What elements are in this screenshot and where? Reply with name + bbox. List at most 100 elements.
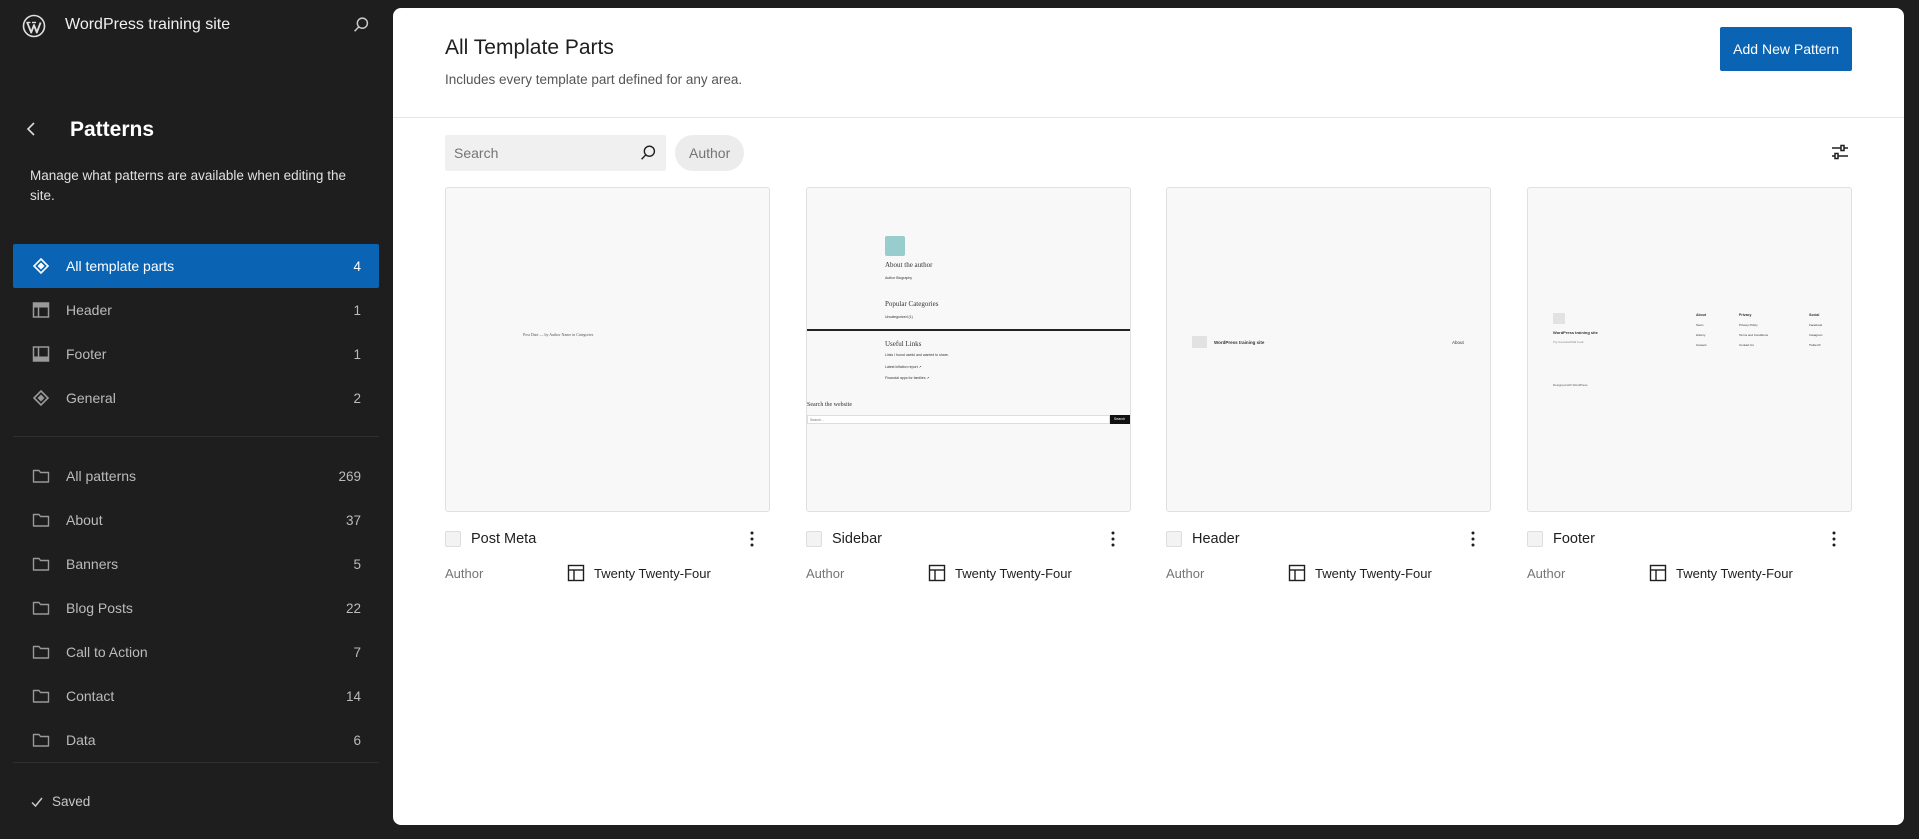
card-theme-name: Twenty Twenty-Four (594, 565, 711, 581)
sidebar-item-count: 1 (353, 346, 361, 362)
card-title[interactable]: Sidebar (832, 531, 882, 547)
check-icon (31, 797, 43, 807)
sidebar-item-label: Header (66, 302, 112, 318)
preview-search-box: Search... (807, 415, 1110, 424)
preview-text: Latest inflation report ↗ (885, 365, 922, 369)
folder-icon (32, 689, 50, 703)
select-checkbox[interactable] (1166, 531, 1182, 547)
sidebar-item-contact[interactable]: Contact 14 (13, 674, 379, 718)
card-title[interactable]: Footer (1553, 531, 1595, 547)
card-author-label: Author (1527, 566, 1566, 581)
card-title-row: Sidebar (806, 527, 1131, 551)
card-title-row: Header (1166, 527, 1491, 551)
sidebar-item-label: Contact (66, 688, 115, 704)
author-filter-button[interactable]: Author (675, 135, 745, 171)
preview-text: Search (1114, 417, 1126, 421)
more-actions-icon[interactable] (1824, 529, 1844, 549)
preview-text: Financial apps for families ↗ (885, 376, 930, 380)
folder-icon (32, 557, 50, 571)
preview-text: Try it out and find it out (1553, 340, 1584, 344)
more-actions-icon[interactable] (742, 529, 762, 549)
header-icon (32, 302, 50, 318)
preview-text: Instagram (1809, 333, 1823, 337)
search-icon (641, 145, 656, 160)
preview-text: WordPress training site (1553, 330, 1598, 335)
add-new-pattern-button[interactable]: Add New Pattern (1720, 27, 1852, 71)
card-meta: Author Twenty Twenty-Four (806, 563, 1131, 585)
sidebar-item-count: 2 (353, 390, 361, 406)
preview-text: Search... (810, 418, 825, 422)
preview-text: About (1452, 340, 1464, 345)
chevron-left-icon (26, 122, 35, 136)
card-title[interactable]: Header (1192, 531, 1240, 547)
preview-text: Social (1809, 313, 1820, 317)
site-title[interactable]: WordPress training site (65, 16, 230, 34)
sidebar-item-label: Data (66, 732, 96, 748)
search-input[interactable] (445, 135, 635, 171)
sidebar-item-count: 37 (345, 512, 361, 528)
page-title: All Template Parts (445, 36, 614, 59)
more-actions-icon[interactable] (1103, 529, 1123, 549)
layout-icon (1288, 564, 1306, 582)
select-checkbox[interactable] (1527, 531, 1543, 547)
sidebar-item-count: 22 (345, 600, 361, 616)
sidebar-item-header[interactable]: Header 1 (13, 288, 379, 332)
card-theme: Twenty Twenty-Four (927, 563, 1072, 583)
folder-icon (32, 645, 50, 659)
pattern-preview[interactable]: WordPress training site About (1166, 187, 1491, 512)
pattern-categories-nav: All patterns 269 About 37 Banners 5 Blog Posts… (13, 454, 379, 762)
sidebar-item-label: General (66, 390, 116, 406)
sidebar-item-count: 7 (353, 644, 361, 660)
preview-text: Privacy (1739, 313, 1752, 317)
card-title-row: Footer (1527, 527, 1852, 551)
select-checkbox[interactable] (806, 531, 822, 547)
sidebar-item-footer[interactable]: Footer 1 (13, 332, 379, 376)
pattern-preview[interactable]: Post Date — by Author Name in Categories (445, 187, 770, 512)
preview-text: Useful Links (885, 340, 922, 348)
select-checkbox[interactable] (445, 531, 461, 547)
sidebar-item-label: All patterns (66, 468, 137, 484)
sidebar-item-count: 5 (353, 556, 361, 572)
card-title[interactable]: Post Meta (471, 531, 536, 547)
card-theme: Twenty Twenty-Four (1648, 563, 1793, 583)
folder-icon (32, 733, 50, 747)
diamond-icon (32, 257, 50, 275)
more-actions-icon[interactable] (1463, 529, 1483, 549)
sidebar-item-about[interactable]: About 37 (13, 498, 379, 542)
sidebar-item-all-patterns[interactable]: All patterns 269 (13, 454, 379, 498)
preview-text: Post Date — by Author Name in Categories (523, 332, 594, 337)
layout-icon (567, 564, 585, 582)
sidebar-item-data[interactable]: Data 6 (13, 718, 379, 762)
card-title-row: Post Meta (445, 527, 770, 551)
avatar-image (885, 236, 905, 256)
preview-text: Links I found useful and wanted to share… (885, 353, 949, 357)
card-meta: Author Twenty Twenty-Four (445, 563, 770, 585)
sidebar-item-banners[interactable]: Banners 5 (13, 542, 379, 586)
sidebar-item-call-to-action[interactable]: Call to Action 7 (13, 630, 379, 674)
pattern-preview[interactable]: WordPress training site Try it out and f… (1527, 187, 1852, 512)
sidebar-item-label: Banners (66, 556, 119, 572)
preview-separator (807, 329, 1130, 331)
divider (13, 436, 379, 437)
back-button[interactable] (22, 118, 42, 140)
wordpress-logo-icon[interactable] (22, 14, 46, 38)
view-options-icon[interactable] (1828, 140, 1852, 164)
template-parts-nav: All template parts 4 Header 1 Footer 1 G… (13, 244, 379, 420)
sidebar-item-all-template-parts[interactable]: All template parts 4 (13, 244, 379, 288)
preview-text: History (1696, 333, 1706, 337)
preview-text: Author Biography (885, 276, 913, 280)
sidebar-item-count: 269 (338, 468, 361, 484)
preview-text: About (1696, 313, 1707, 317)
folder-icon (32, 601, 50, 615)
site-logo-placeholder (1553, 313, 1565, 324)
sidebar-title: Patterns (70, 118, 155, 141)
sidebar-item-general[interactable]: General 2 (13, 376, 379, 420)
folder-icon (32, 513, 50, 527)
card-meta: Author Twenty Twenty-Four (1166, 563, 1491, 585)
diamond-icon (32, 389, 50, 407)
sidebar-item-count: 4 (353, 258, 361, 274)
footer-icon (32, 346, 50, 362)
search-icon[interactable] (350, 14, 372, 36)
pattern-preview[interactable]: About the author Author Biography Popula… (806, 187, 1131, 512)
sidebar-item-blog-posts[interactable]: Blog Posts 22 (13, 586, 379, 630)
